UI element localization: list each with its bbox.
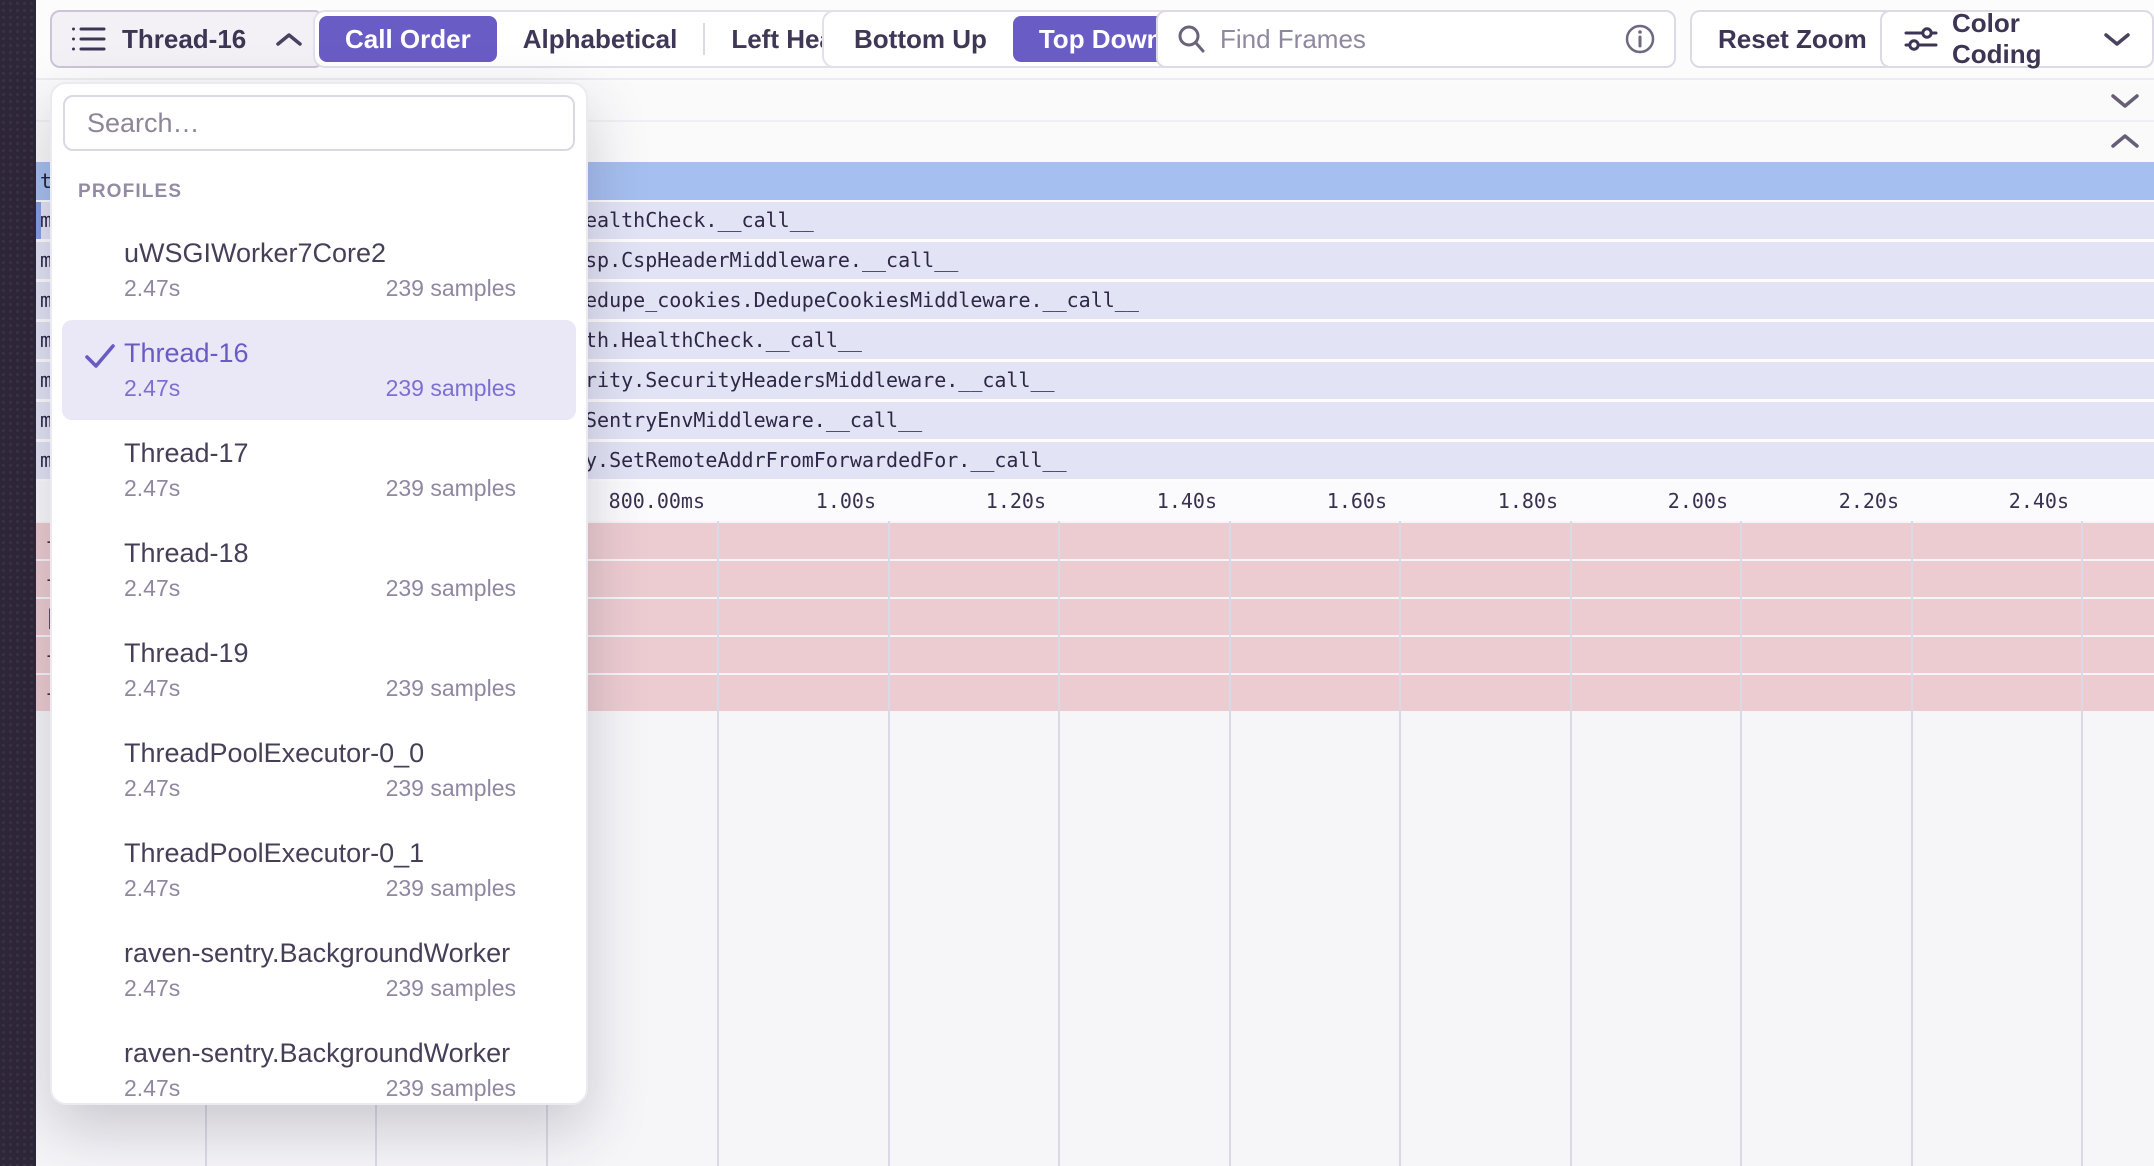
profile-name: Thread-18: [124, 536, 516, 570]
reset-zoom-label: Reset Zoom: [1718, 24, 1867, 55]
thread-selector-label: Thread-16: [122, 24, 246, 55]
sort-option-call-order[interactable]: Call Order: [319, 16, 497, 62]
profile-sample-count: 239 samples: [386, 772, 516, 804]
time-tick-label: 2.20s: [1839, 481, 1899, 521]
sort-order-segmented-control: Call Order Alphabetical Left Heavy: [313, 10, 895, 68]
profiles-list: uWSGIWorker7Core2 2.47s 239 samples Thre…: [52, 220, 586, 1105]
profile-name: raven-sentry.BackgroundWorker: [124, 936, 516, 970]
profile-sample-count: 239 samples: [386, 1072, 516, 1104]
profile-list-item[interactable]: uWSGIWorker7Core2 2.47s 239 samples: [62, 220, 576, 320]
flame-row-label: th.HealthCheck.__call__: [585, 322, 862, 359]
profile-sample-count: 239 samples: [386, 372, 516, 404]
frame-edge-highlight: [36, 202, 41, 239]
find-frames-placeholder: Find Frames: [1220, 24, 1610, 55]
profile-name: ThreadPoolExecutor-0_1: [124, 836, 516, 870]
thread-selector-button[interactable]: Thread-16: [50, 10, 324, 68]
dropdown-search-placeholder: Search…: [87, 108, 200, 139]
profile-sample-count: 239 samples: [386, 472, 516, 504]
chevron-up-icon: [276, 32, 302, 47]
search-icon: [1176, 24, 1206, 54]
profile-duration: 2.47s: [124, 972, 180, 1004]
profile-sample-count: 239 samples: [386, 872, 516, 904]
app-sidebar: [0, 0, 36, 1166]
time-tick-label: 2.00s: [1668, 481, 1728, 521]
flame-row-label: sp.CspHeaderMiddleware.__call__: [585, 242, 958, 279]
profile-list-item[interactable]: raven-sentry.BackgroundWorker 2.47s 239 …: [62, 1020, 576, 1105]
profile-duration: 2.47s: [124, 872, 180, 904]
flame-row-label: SentryEnvMiddleware.__call__: [585, 402, 922, 439]
find-frames-input[interactable]: Find Frames: [1156, 10, 1676, 68]
profile-list-item[interactable]: Thread-17 2.47s 239 samples: [62, 420, 576, 520]
reset-zoom-button[interactable]: Reset Zoom: [1690, 10, 1895, 68]
profile-duration: 2.47s: [124, 372, 180, 404]
dropdown-search-input[interactable]: Search…: [63, 95, 575, 151]
info-icon[interactable]: [1624, 23, 1656, 55]
profiles-dropdown: Search… PROFILES uWSGIWorker7Core2 2.47s…: [50, 82, 588, 1105]
flame-row-label: ealthCheck.__call__: [585, 202, 814, 239]
profile-list-item[interactable]: Thread-19 2.47s 239 samples: [62, 620, 576, 720]
time-tick-label: 2.40s: [2009, 481, 2069, 521]
profile-name: Thread-19: [124, 636, 516, 670]
profile-sample-count: 239 samples: [386, 572, 516, 604]
profile-list-item[interactable]: Thread-16 2.47s 239 samples: [62, 320, 576, 420]
profile-list-item[interactable]: ThreadPoolExecutor-0_1 2.47s 239 samples: [62, 820, 576, 920]
profile-sample-count: 239 samples: [386, 672, 516, 704]
time-tick-label: 1.60s: [1327, 481, 1387, 521]
list-icon: [72, 24, 106, 54]
flamegraph-toolbar: Thread-16 Call Order Alphabetical Left H…: [36, 0, 2154, 80]
profile-duration: 2.47s: [124, 472, 180, 504]
profile-sample-count: 239 samples: [386, 272, 516, 304]
collapse-down-chevron-icon[interactable]: [2110, 92, 2140, 110]
flame-row-label: y.SetRemoteAddrFromForwardedFor.__call__: [585, 442, 1067, 479]
profile-list-item[interactable]: Thread-18 2.47s 239 samples: [62, 520, 576, 620]
profile-list-item[interactable]: ThreadPoolExecutor-0_0 2.47s 239 samples: [62, 720, 576, 820]
profile-name: Thread-16: [124, 336, 516, 370]
direction-option-bottom-up[interactable]: Bottom Up: [828, 16, 1013, 62]
chevron-down-icon: [2104, 32, 2130, 47]
time-tick-label: 1.40s: [1157, 481, 1217, 521]
profile-sample-count: 239 samples: [386, 972, 516, 1004]
profile-name: ThreadPoolExecutor-0_0: [124, 736, 516, 770]
direction-segmented-control: Bottom Up Top Down: [822, 10, 1195, 68]
profile-name: raven-sentry.BackgroundWorker: [124, 1036, 516, 1070]
time-tick-label: 1.00s: [816, 481, 876, 521]
profile-name: uWSGIWorker7Core2: [124, 236, 516, 270]
sort-option-alphabetical[interactable]: Alphabetical: [497, 16, 704, 62]
profile-duration: 2.47s: [124, 572, 180, 604]
profile-duration: 2.47s: [124, 1072, 180, 1104]
time-tick-label: 1.20s: [986, 481, 1046, 521]
time-tick-label: 1.80s: [1498, 481, 1558, 521]
flame-row-label: edupe_cookies.DedupeCookiesMiddleware.__…: [585, 282, 1139, 319]
profiles-section-label: PROFILES: [78, 181, 586, 203]
sliders-icon: [1904, 24, 1938, 54]
flame-row-label: rity.SecurityHeadersMiddleware.__call__: [585, 362, 1055, 399]
profile-duration: 2.47s: [124, 772, 180, 804]
profile-duration: 2.47s: [124, 672, 180, 704]
profile-name: Thread-17: [124, 436, 516, 470]
collapse-up-chevron-icon[interactable]: [2110, 132, 2140, 150]
color-coding-button[interactable]: Color Coding: [1880, 10, 2154, 68]
color-coding-label: Color Coding: [1952, 8, 2080, 70]
profile-duration: 2.47s: [124, 272, 180, 304]
time-tick-label: 800.00ms: [609, 481, 705, 521]
checkmark-icon: [84, 342, 116, 375]
profile-list-item[interactable]: raven-sentry.BackgroundWorker 2.47s 239 …: [62, 920, 576, 1020]
